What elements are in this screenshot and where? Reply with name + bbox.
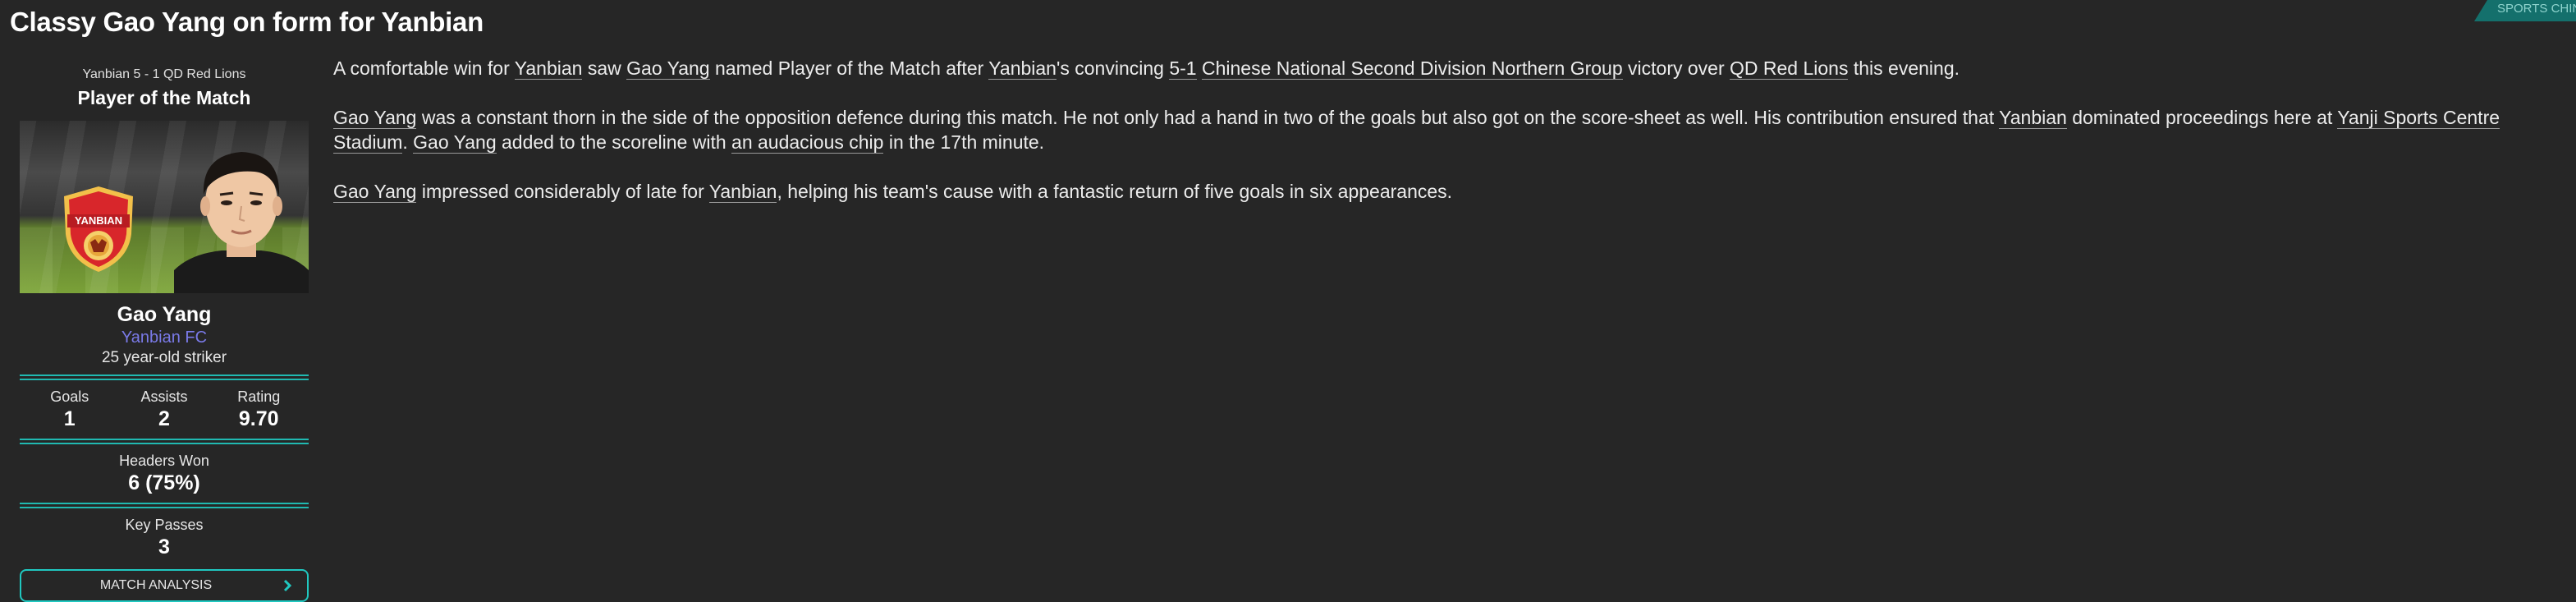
stat-value: 3 <box>158 535 170 558</box>
stat-label: Goals <box>50 388 89 405</box>
match-score-link[interactable]: 5-1 <box>1169 57 1197 80</box>
stat-headers-won: Headers Won 6 (75%) <box>20 453 309 495</box>
chevron-right-icon <box>283 579 292 592</box>
player-link[interactable]: Gao Yang <box>413 131 497 154</box>
match-score-line[interactable]: Yanbian 5 - 1 QD Red Lions <box>20 67 309 82</box>
player-photo: YANBIAN <box>20 121 309 293</box>
team-link[interactable]: Yanbian <box>988 57 1057 80</box>
award-title: Player of the Match <box>77 87 251 108</box>
stats-row: Goals 1 Assists 2 Rating 9.70 <box>20 388 309 431</box>
divider <box>20 439 309 444</box>
source-tag: SPORTS CHINA <box>2474 0 2576 21</box>
stat-value: 6 (75%) <box>128 471 200 494</box>
player-of-the-match-panel: Yanbian 5 - 1 QD Red Lions Player of the… <box>20 67 309 602</box>
club-crest-icon[interactable]: YANBIAN <box>59 185 138 273</box>
stat-label: Headers Won <box>119 453 209 469</box>
player-link[interactable]: Gao Yang <box>333 181 417 203</box>
player-name[interactable]: Gao Yang <box>20 303 309 327</box>
match-analysis-label: MATCH ANALYSIS <box>99 578 213 592</box>
player-face-image <box>174 152 309 293</box>
divider <box>20 503 309 508</box>
stat-value: 2 <box>158 407 170 430</box>
goal-highlight-link[interactable]: an audacious chip <box>731 131 884 154</box>
match-analysis-button[interactable]: MATCH ANALYSIS <box>20 569 309 602</box>
stat-label: Assists <box>140 388 188 405</box>
player-description: 25 year-old striker <box>101 349 227 366</box>
divider <box>20 375 309 380</box>
competition-link[interactable]: Chinese National Second Division Norther… <box>1201 57 1623 80</box>
stat-label: Key Passes <box>125 517 204 533</box>
stat-goals: Goals 1 <box>23 388 117 431</box>
player-link[interactable]: Gao Yang <box>333 107 417 129</box>
stat-value: 1 <box>63 407 76 430</box>
team-link[interactable]: Yanbian <box>1999 107 2067 129</box>
article-paragraph: Gao Yang was a constant thorn in the sid… <box>333 107 2500 154</box>
stat-assists: Assists 2 <box>117 388 211 431</box>
stat-label: Rating <box>237 388 281 405</box>
player-link[interactable]: Gao Yang <box>626 57 710 80</box>
team-link[interactable]: Yanbian <box>514 57 583 80</box>
article-body: A comfortable win for Yanbian saw Gao Ya… <box>333 56 2566 228</box>
team-link[interactable]: Yanbian <box>708 181 777 203</box>
article-paragraph: A comfortable win for Yanbian saw Gao Ya… <box>333 57 1960 80</box>
stat-key-passes: Key Passes 3 <box>20 517 309 559</box>
crest-label: YANBIAN <box>75 214 122 227</box>
stat-value: 9.70 <box>238 407 279 430</box>
club-link[interactable]: Yanbian FC <box>20 329 309 347</box>
opponent-link[interactable]: QD Red Lions <box>1730 57 1849 80</box>
stat-rating: Rating 9.70 <box>212 388 305 431</box>
article-paragraph: Gao Yang impressed considerably of late … <box>333 181 1453 203</box>
page-title: Classy Gao Yang on form for Yanbian <box>10 7 484 37</box>
